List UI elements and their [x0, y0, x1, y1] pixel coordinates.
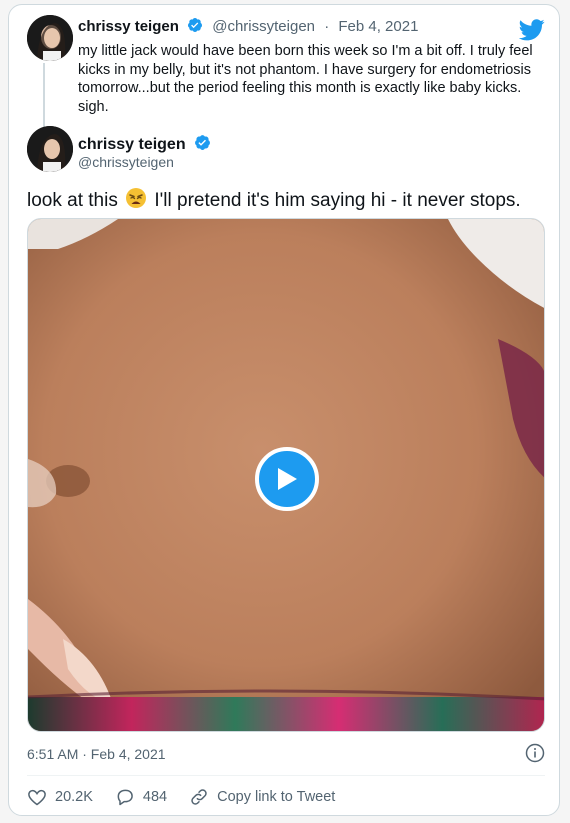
action-bar: 20.2K 484 Copy link to Tweet: [27, 787, 357, 807]
reply-icon: [117, 789, 133, 806]
weary-face-emoji-icon: [125, 187, 147, 215]
author-handle[interactable]: @chrissyteigen: [78, 154, 174, 170]
play-icon: [278, 468, 297, 490]
info-icon[interactable]: [525, 743, 545, 768]
like-count: 20.2K: [55, 789, 93, 805]
like-button[interactable]: 20.2K: [27, 787, 93, 807]
author: chrissy teigen: [78, 134, 211, 156]
quoted-handle[interactable]: @chrissyteigen: [212, 18, 315, 35]
avatar[interactable]: [27, 126, 73, 172]
verified-badge-icon: [187, 17, 203, 37]
author-name[interactable]: chrissy teigen: [78, 136, 186, 153]
heart-icon: [28, 789, 46, 806]
copy-link-button[interactable]: Copy link to Tweet: [189, 787, 335, 807]
link-icon: [191, 789, 207, 805]
tweet-text-after: I'll pretend it's him saying hi - it nev…: [154, 190, 521, 211]
reply-count: 484: [142, 789, 168, 805]
video-player[interactable]: [27, 218, 545, 732]
tweet-text-before: look at this: [27, 190, 118, 211]
divider: [27, 775, 545, 776]
reply-button[interactable]: 484: [115, 787, 167, 807]
quoted-name[interactable]: chrissy teigen: [78, 18, 179, 35]
tweet-text: look at this I'll pretend it's him sayin…: [27, 187, 521, 215]
play-button[interactable]: [255, 447, 319, 511]
separator: ·: [324, 18, 330, 35]
avatar[interactable]: [27, 15, 73, 61]
quoted-text: my little jack would have been born this…: [78, 43, 533, 115]
tweet-timestamp[interactable]: 6:51 AM · Feb 4, 2021: [27, 746, 166, 762]
quoted-author: chrissy teigen @chrissyteigen · Feb 4, 2…: [78, 17, 418, 37]
quoted-date[interactable]: Feb 4, 2021: [338, 18, 418, 35]
thread-line: [43, 63, 45, 127]
copy-link-label: Copy link to Tweet: [217, 789, 336, 805]
tweet-card: chrissy teigen @chrissyteigen · Feb 4, 2…: [8, 4, 560, 816]
verified-badge-icon: [194, 134, 211, 156]
